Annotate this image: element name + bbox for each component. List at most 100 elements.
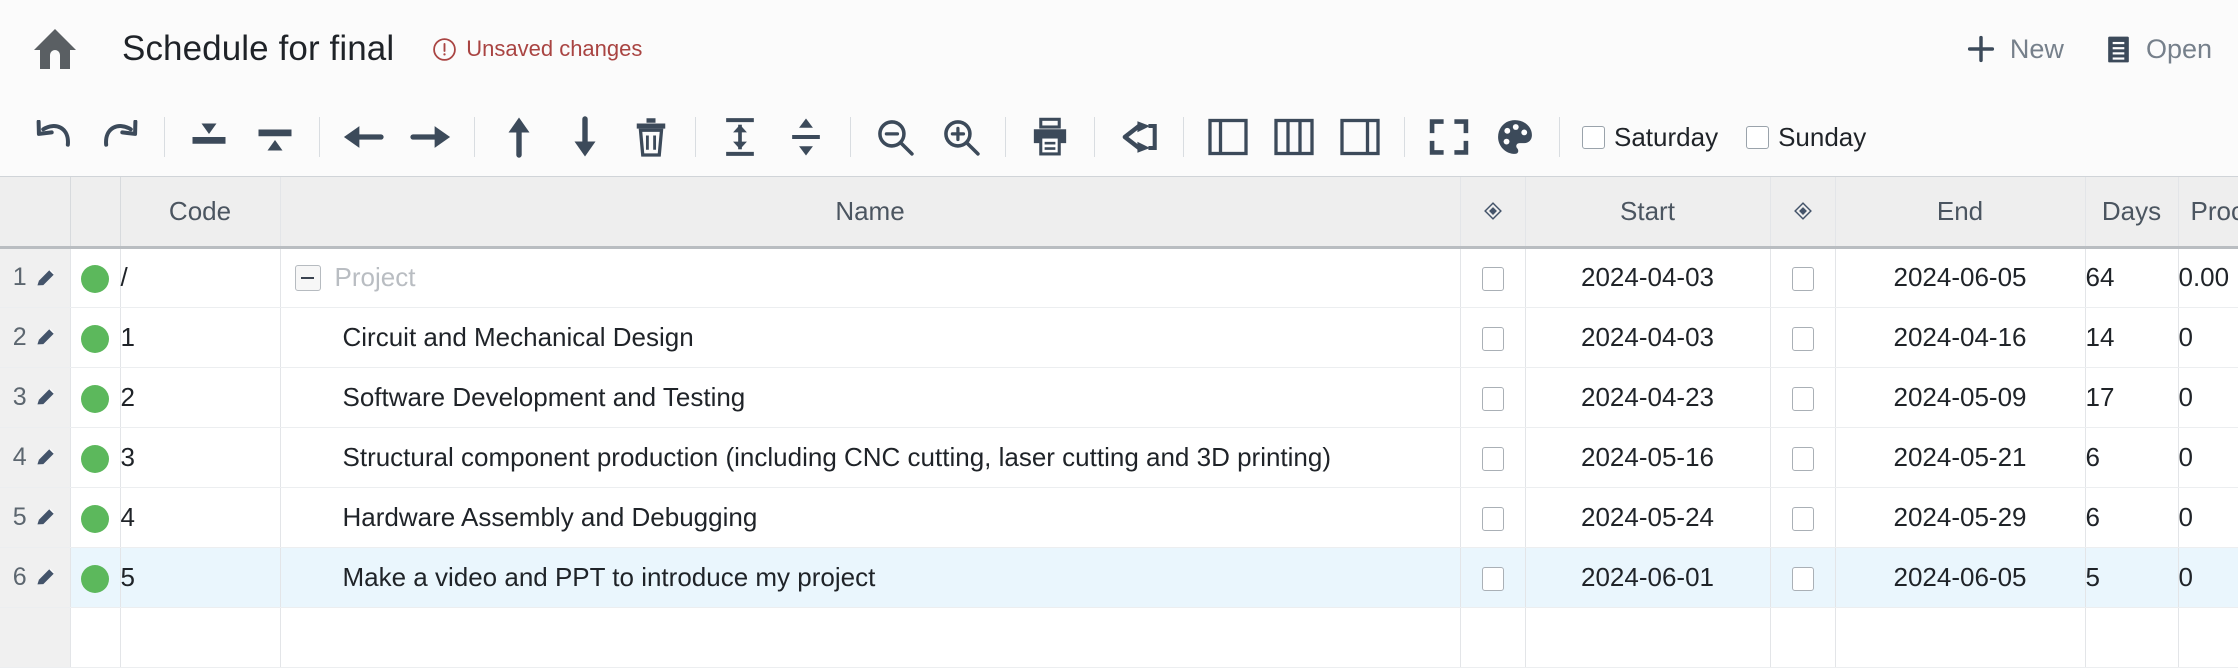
row-collapse-toggle[interactable] [294, 264, 321, 291]
row-gutter[interactable]: 3 [0, 367, 71, 428]
cell-name[interactable]: Make a video and PPT to introduce my pro… [280, 547, 1461, 608]
home-icon[interactable] [26, 27, 84, 71]
dependency-button[interactable] [1117, 115, 1161, 159]
cell-start-date[interactable] [1525, 607, 1771, 668]
milestone-checkbox[interactable] [1791, 326, 1814, 351]
row-gutter[interactable]: 5 [0, 487, 71, 548]
cell-code[interactable]: 2 [120, 367, 281, 428]
cell-days[interactable]: 5 [2085, 547, 2179, 608]
table-row[interactable]: 2 1 Circuit and Mechanical Design 2024-04-0… [0, 307, 2238, 368]
cell-start-milestone[interactable] [1460, 247, 1526, 308]
milestone-checkbox[interactable] [1791, 506, 1814, 531]
milestone-checkbox[interactable] [1791, 386, 1814, 411]
collapse-all-button[interactable] [718, 115, 762, 159]
cell-start-date[interactable]: 2024-06-01 [1525, 547, 1771, 608]
edit-pencil-icon[interactable] [35, 506, 57, 528]
table-row-empty[interactable] [0, 607, 2238, 668]
table-row[interactable]: 4 3 Structural component production (inclu… [0, 427, 2238, 488]
undo-button[interactable] [32, 115, 76, 159]
row-status[interactable] [70, 487, 121, 548]
row-status[interactable] [70, 367, 121, 428]
cell-end-date[interactable]: 2024-06-05 [1835, 247, 2086, 308]
expand-all-button[interactable] [784, 115, 828, 159]
delete-row-button[interactable] [629, 115, 673, 159]
cell-end-date[interactable]: 2024-04-16 [1835, 307, 2086, 368]
cell-days[interactable]: 6 [2085, 427, 2179, 488]
cell-code[interactable] [120, 607, 281, 668]
cell-code[interactable]: 4 [120, 487, 281, 548]
cell-end-milestone[interactable] [1770, 427, 1836, 488]
edit-pencil-icon[interactable] [35, 326, 57, 348]
cell-start-date[interactable]: 2024-05-24 [1525, 487, 1771, 548]
milestone-checkbox[interactable] [1791, 267, 1814, 292]
column-header-start[interactable]: Start [1525, 177, 1771, 249]
column-header-code[interactable]: Code [120, 177, 281, 249]
cell-progress[interactable]: 0 [2178, 547, 2238, 608]
cell-days[interactable] [2085, 607, 2179, 668]
milestone-checkbox[interactable] [1481, 326, 1504, 351]
milestone-checkbox[interactable] [1481, 566, 1504, 591]
layout-gantt-only-button[interactable] [1338, 115, 1382, 159]
cell-start-milestone[interactable] [1460, 367, 1526, 428]
cell-name[interactable]: Circuit and Mechanical Design [280, 307, 1461, 368]
theme-color-button[interactable] [1493, 115, 1537, 159]
row-gutter[interactable]: 2 [0, 307, 71, 368]
cell-end-milestone[interactable] [1770, 547, 1836, 608]
column-header-days[interactable]: Days [2085, 177, 2179, 249]
cell-end-date[interactable]: 2024-05-21 [1835, 427, 2086, 488]
cell-name[interactable]: Project [280, 247, 1461, 308]
column-header-end-milestone[interactable] [1770, 177, 1836, 249]
edit-pencil-icon[interactable] [35, 446, 57, 468]
cell-name[interactable] [280, 607, 1461, 668]
milestone-checkbox[interactable] [1791, 446, 1814, 471]
cell-days[interactable]: 17 [2085, 367, 2179, 428]
cell-days[interactable]: 6 [2085, 487, 2179, 548]
milestone-checkbox[interactable] [1791, 566, 1814, 591]
row-gutter[interactable]: 4 [0, 427, 71, 488]
cell-end-date[interactable]: 2024-05-29 [1835, 487, 2086, 548]
zoom-in-button[interactable] [939, 115, 983, 159]
table-row[interactable]: 1 / Project 2024-04-03 2024-06-05 64 0.00 [0, 247, 2238, 308]
table-row[interactable]: 6 5 Make a video and PPT to introduce my p… [0, 547, 2238, 608]
cell-end-date[interactable]: 2024-06-05 [1835, 547, 2086, 608]
row-status[interactable] [70, 547, 121, 608]
edit-pencil-icon[interactable] [35, 267, 57, 289]
print-button[interactable] [1028, 115, 1072, 159]
cell-end-milestone[interactable] [1770, 307, 1836, 368]
cell-code[interactable]: 1 [120, 307, 281, 368]
edit-pencil-icon[interactable] [35, 386, 57, 408]
table-row[interactable]: 3 2 Software Development and Testing 2024-0… [0, 367, 2238, 428]
indent-button[interactable] [408, 115, 452, 159]
cell-end-milestone[interactable] [1770, 247, 1836, 308]
open-button[interactable]: Open [2104, 34, 2212, 65]
row-status[interactable] [70, 607, 121, 668]
saturday-checkbox-box[interactable] [1582, 125, 1605, 149]
cell-end-milestone[interactable] [1770, 607, 1836, 668]
cell-code[interactable]: 5 [120, 547, 281, 608]
cell-start-milestone[interactable] [1460, 427, 1526, 488]
milestone-checkbox[interactable] [1481, 386, 1504, 411]
saturday-checkbox[interactable]: Saturday [1582, 122, 1718, 153]
cell-days[interactable]: 14 [2085, 307, 2179, 368]
move-down-button[interactable] [563, 115, 607, 159]
cell-progress[interactable] [2178, 607, 2238, 668]
fullscreen-button[interactable] [1427, 115, 1471, 159]
cell-start-milestone[interactable] [1460, 307, 1526, 368]
cell-start-date[interactable]: 2024-04-03 [1525, 307, 1771, 368]
layout-split-button[interactable] [1272, 115, 1316, 159]
table-row[interactable]: 5 4 Hardware Assembly and Debugging 2024-05… [0, 487, 2238, 548]
cell-code[interactable]: 3 [120, 427, 281, 488]
column-header-name[interactable]: Name [280, 177, 1461, 249]
outdent-button[interactable] [342, 115, 386, 159]
cell-end-milestone[interactable] [1770, 487, 1836, 548]
cell-end-milestone[interactable] [1770, 367, 1836, 428]
cell-progress[interactable]: 0 [2178, 367, 2238, 428]
cell-start-date[interactable]: 2024-04-03 [1525, 247, 1771, 308]
row-gutter[interactable]: 6 [0, 547, 71, 608]
sunday-checkbox[interactable]: Sunday [1746, 122, 1866, 153]
row-status[interactable] [70, 307, 121, 368]
cell-start-date[interactable]: 2024-05-16 [1525, 427, 1771, 488]
layout-grid-only-button[interactable] [1206, 115, 1250, 159]
cell-end-date[interactable] [1835, 607, 2086, 668]
sunday-checkbox-box[interactable] [1746, 125, 1770, 149]
